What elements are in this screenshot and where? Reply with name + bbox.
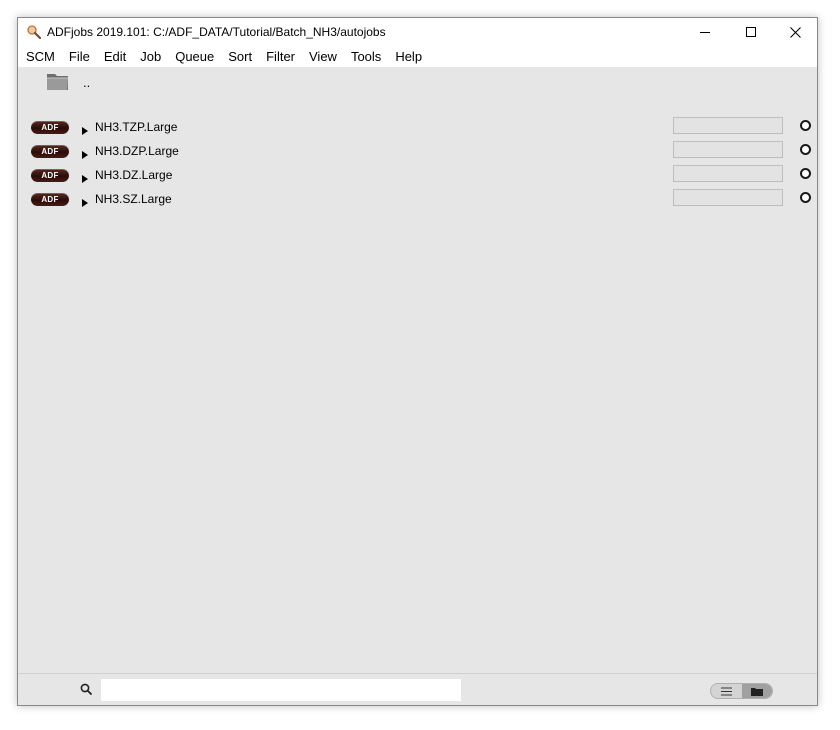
- menu-help[interactable]: Help: [388, 46, 429, 67]
- adf-badge[interactable]: ADF: [31, 121, 69, 134]
- expand-arrow-icon[interactable]: [82, 123, 88, 138]
- job-status-field: [673, 117, 783, 134]
- search-input[interactable]: [101, 679, 461, 701]
- search-icon: [80, 683, 92, 698]
- job-list: .. ADF NH3.TZP.Large ADF NH3.DZP.Large A…: [18, 67, 817, 673]
- title-bar[interactable]: ADFjobs 2019.101: C:/ADF_DATA/Tutorial/B…: [18, 18, 817, 46]
- job-name[interactable]: NH3.DZP.Large: [95, 144, 179, 158]
- menu-edit[interactable]: Edit: [97, 46, 133, 67]
- minimize-button[interactable]: [682, 18, 727, 46]
- job-name[interactable]: NH3.DZ.Large: [95, 168, 172, 182]
- adfjobs-app-icon: [26, 24, 42, 40]
- menu-bar: SCM File Edit Job Queue Sort Filter View…: [18, 46, 817, 67]
- menu-queue[interactable]: Queue: [168, 46, 221, 67]
- job-name[interactable]: NH3.SZ.Large: [95, 192, 172, 206]
- menu-view[interactable]: View: [302, 46, 344, 67]
- menu-sort[interactable]: Sort: [221, 46, 259, 67]
- adf-badge[interactable]: ADF: [31, 193, 69, 206]
- view-mode-toggle[interactable]: [710, 683, 773, 699]
- window-title: ADFjobs 2019.101: C:/ADF_DATA/Tutorial/B…: [47, 25, 386, 39]
- folder-icon[interactable]: [46, 71, 70, 94]
- job-row[interactable]: ADF NH3.SZ.Large: [18, 187, 817, 211]
- folder-view-icon[interactable]: [741, 684, 772, 698]
- expand-arrow-icon[interactable]: [82, 171, 88, 186]
- bottom-toolbar: [18, 673, 817, 705]
- maximize-button[interactable]: [728, 18, 773, 46]
- app-window: ADFjobs 2019.101: C:/ADF_DATA/Tutorial/B…: [17, 17, 818, 706]
- menu-file[interactable]: File: [62, 46, 97, 67]
- job-row[interactable]: ADF NH3.TZP.Large: [18, 115, 817, 139]
- menu-job[interactable]: Job: [133, 46, 168, 67]
- adf-badge[interactable]: ADF: [31, 145, 69, 158]
- job-name[interactable]: NH3.TZP.Large: [95, 120, 177, 134]
- job-status-radio[interactable]: [800, 192, 811, 203]
- job-status-field: [673, 165, 783, 182]
- job-status-field: [673, 189, 783, 206]
- job-status-field: [673, 141, 783, 158]
- parent-folder-row[interactable]: ..: [18, 67, 817, 95]
- job-row[interactable]: ADF NH3.DZP.Large: [18, 139, 817, 163]
- job-status-radio[interactable]: [800, 144, 811, 155]
- parent-folder-label[interactable]: ..: [83, 75, 90, 90]
- close-button[interactable]: [773, 18, 818, 46]
- menu-scm[interactable]: SCM: [18, 46, 62, 67]
- menu-tools[interactable]: Tools: [344, 46, 388, 67]
- list-view-icon[interactable]: [711, 684, 742, 698]
- job-status-radio[interactable]: [800, 120, 811, 131]
- minimize-icon: [699, 32, 710, 33]
- job-row[interactable]: ADF NH3.DZ.Large: [18, 163, 817, 187]
- expand-arrow-icon[interactable]: [82, 195, 88, 210]
- maximize-icon: [745, 27, 756, 37]
- close-icon: [790, 26, 801, 38]
- job-status-radio[interactable]: [800, 168, 811, 179]
- adf-badge[interactable]: ADF: [31, 169, 69, 182]
- expand-arrow-icon[interactable]: [82, 147, 88, 162]
- menu-filter[interactable]: Filter: [259, 46, 302, 67]
